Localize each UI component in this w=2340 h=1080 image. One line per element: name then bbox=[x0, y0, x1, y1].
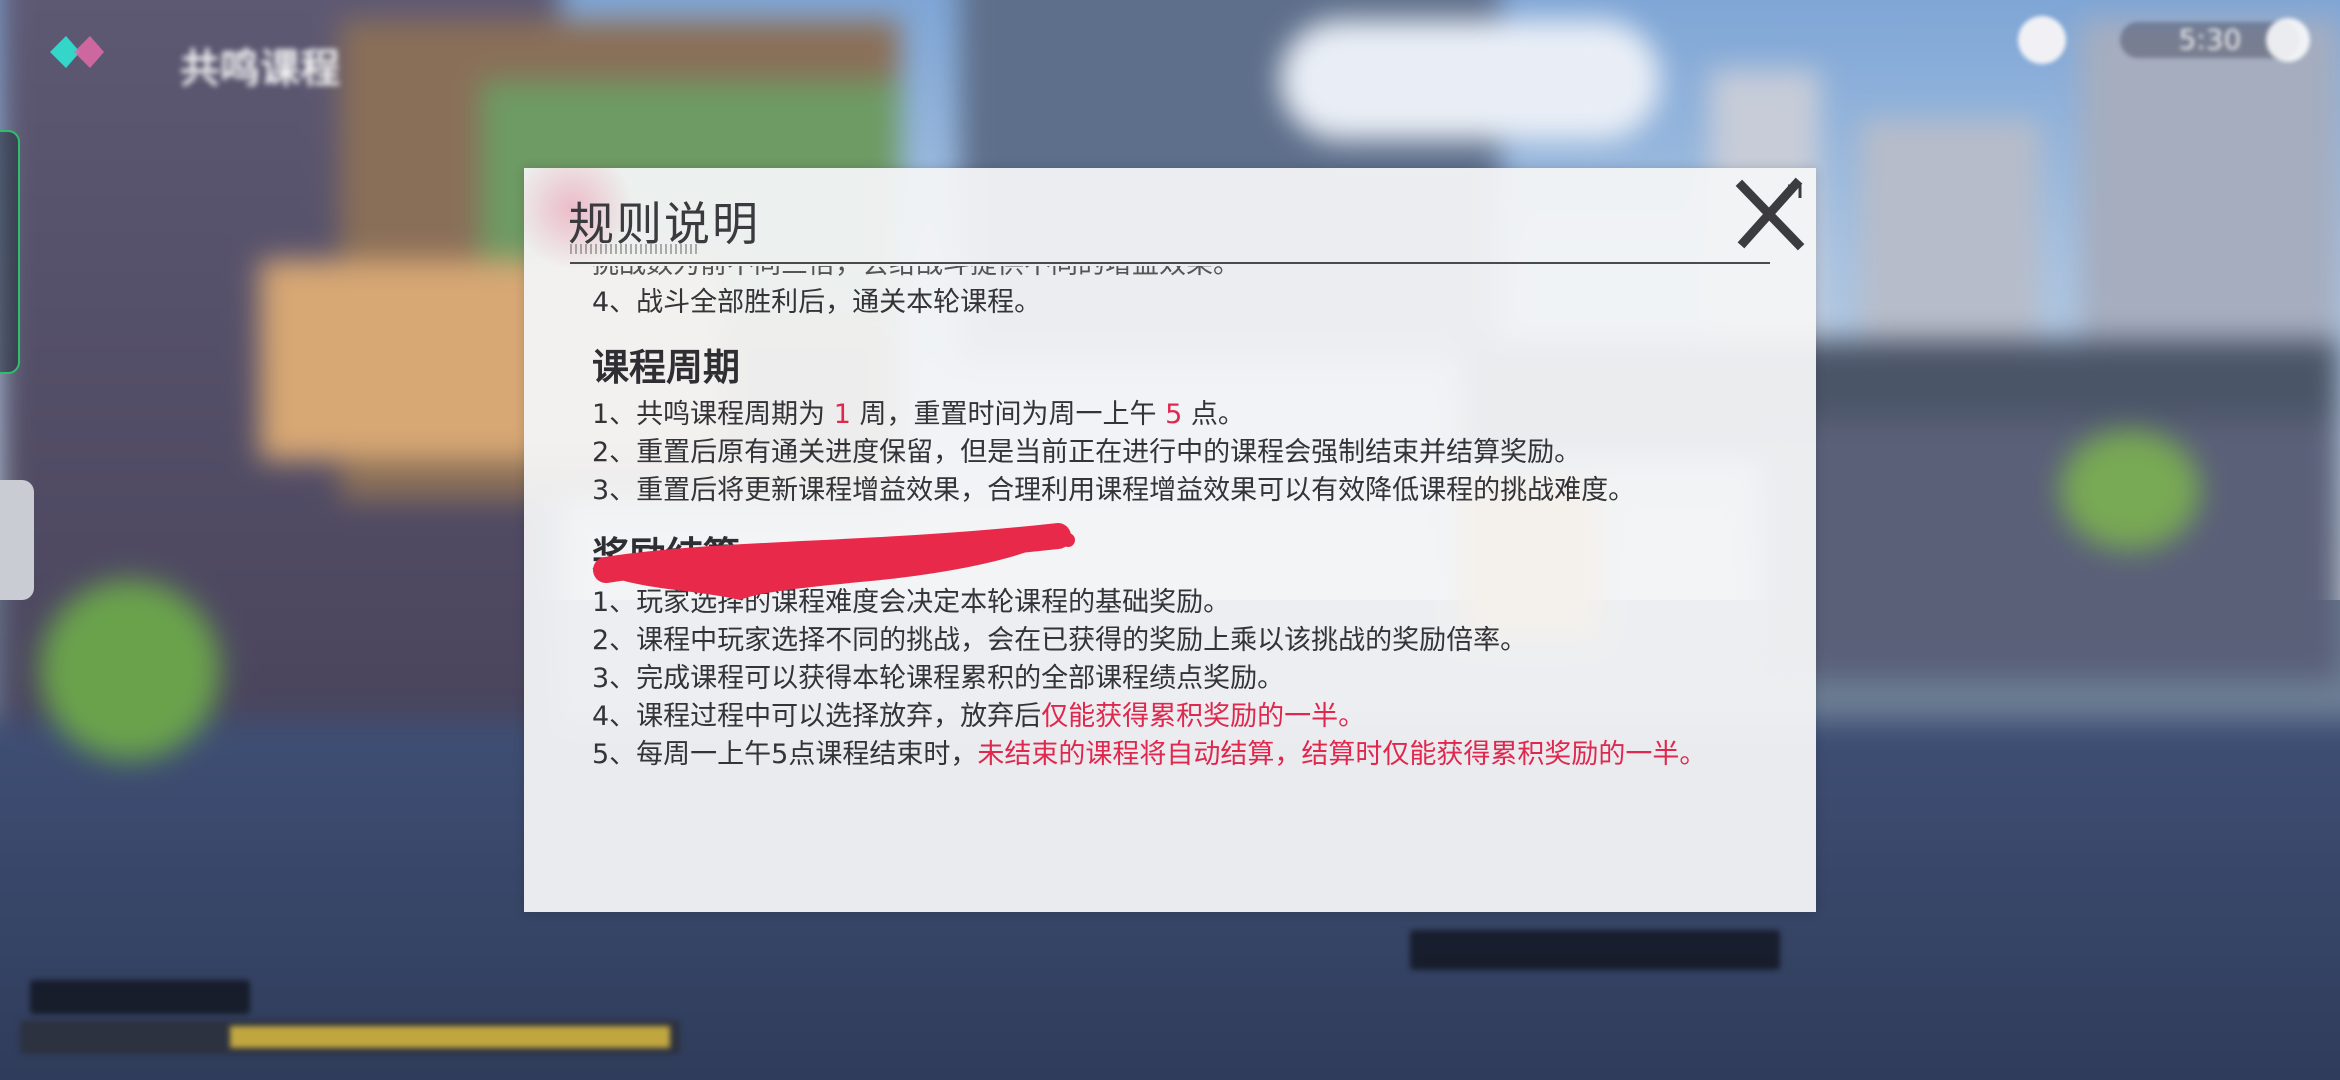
rule-line: 1、共鸣课程周期为 1 周，重置时间为周一上午 5 点。 bbox=[592, 399, 1245, 430]
blurred-reward-label bbox=[1410, 930, 1780, 970]
rule-line: 5、每周一上午5点课程结束时，未结束的课程将自动结算，结算时仅能获得累积奖励的一… bbox=[592, 739, 1707, 770]
title-divider bbox=[570, 262, 1770, 264]
blurred-status-label bbox=[30, 980, 250, 1014]
rule-line: 3、完成课程可以获得本轮课程累积的全部课程绩点奖励。 bbox=[592, 663, 1285, 694]
rule-line: 2、重置后原有通关进度保留，但是当前正在进行中的课程会强制结束并结算奖励。 bbox=[592, 437, 1582, 468]
rules-scroll-area[interactable]: 挑战数为前不同三倍，会给战斗提供不同的增益效果。 4、战斗全部胜利后，通关本轮课… bbox=[592, 266, 1782, 886]
side-panel-tab[interactable] bbox=[0, 130, 20, 374]
currency-icon bbox=[2018, 16, 2066, 64]
highlight-text: 未结束的课程将自动结算，结算时仅能获得累积奖励的一半。 bbox=[977, 739, 1707, 770]
rule-line: 2、课程中玩家选择不同的挑战，会在已获得的奖励上乘以该挑战的奖励倍率。 bbox=[592, 625, 1528, 656]
rule-line: 4、战斗全部胜利后，通关本轮课程。 bbox=[592, 287, 1042, 318]
rule-line: 3、重置后将更新课程增益效果，合理利用课程增益效果可以有效降低课程的挑战难度。 bbox=[592, 475, 1636, 506]
rule-line: 4、课程过程中可以选择放弃，放弃后仅能获得累积奖励的一半。 bbox=[592, 701, 1366, 732]
barcode-decoration bbox=[570, 244, 700, 254]
game-logo-icon bbox=[50, 36, 104, 68]
highlight-text: 仅能获得累积奖励的一半。 bbox=[1041, 701, 1366, 732]
highlight-number: 5 bbox=[1165, 399, 1183, 430]
page-title: 共鸣课程 bbox=[180, 46, 340, 92]
rule-line: 1、玩家选择的课程难度会决定本轮课程的基础奖励。 bbox=[592, 587, 1231, 618]
section-heading-cycle: 课程周期 bbox=[592, 346, 740, 389]
highlight-number: 1 bbox=[833, 399, 851, 430]
section-heading-reward: 奖励结算 bbox=[592, 534, 740, 577]
settings-icon[interactable] bbox=[2266, 18, 2310, 62]
blurred-buff-label bbox=[20, 1020, 680, 1054]
rule-line-partial: 挑战数为前不同三倍，会给战斗提供不同的增益效果。 bbox=[592, 266, 1782, 284]
close-x-icon[interactable] bbox=[1728, 174, 1808, 254]
rules-dialog: 规则说明 挑战数为前不同三倍，会给战斗提供不同的增益效果。 4、战斗全部胜利后，… bbox=[524, 168, 1816, 912]
side-collapse-tab[interactable] bbox=[0, 480, 34, 600]
